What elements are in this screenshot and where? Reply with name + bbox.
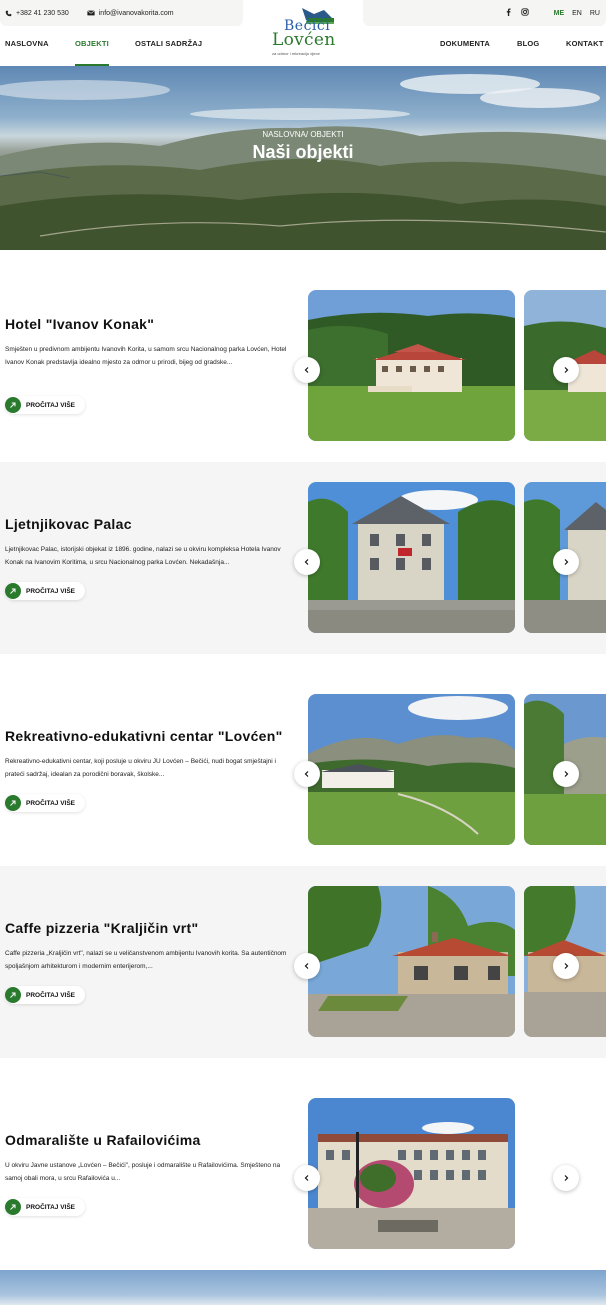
object-photo[interactable] bbox=[308, 694, 515, 845]
arrow-up-right-icon bbox=[5, 795, 21, 811]
facebook-icon[interactable] bbox=[504, 8, 513, 18]
read-more-button[interactable]: PROČITAJ VIŠE bbox=[5, 582, 85, 600]
main-nav: NASLOVNA OBJEKTI OSTALI SADRŽAJ DOKUMENT… bbox=[0, 28, 606, 66]
footer-banner-image bbox=[0, 1270, 606, 1305]
object-ljetnjikovac-palac: Ljetnjikovac Palac Ljetnjikovac Palac, i… bbox=[0, 462, 606, 654]
read-more-label: PROČITAJ VIŠE bbox=[26, 587, 76, 595]
chevron-right-icon bbox=[562, 1169, 570, 1187]
read-more-button[interactable]: PROČITAJ VIŠE bbox=[5, 794, 85, 812]
lang-en[interactable]: EN bbox=[572, 10, 582, 17]
chevron-left-icon bbox=[303, 957, 311, 975]
carousel-next-button[interactable] bbox=[553, 761, 579, 787]
object-rekreativno-edukativni-centar: Rekreativno-edukativni centar "Lovćen" R… bbox=[0, 674, 606, 866]
object-title: Rekreativno-edukativni centar "Lovćen" bbox=[5, 728, 283, 744]
object-title: Hotel "Ivanov Konak" bbox=[5, 316, 155, 332]
arrow-up-right-icon bbox=[5, 583, 21, 599]
read-more-label: PROČITAJ VIŠE bbox=[26, 401, 76, 409]
nav-dokumenta[interactable]: DOKUMENTA bbox=[440, 28, 490, 66]
lang-ru[interactable]: RU bbox=[590, 10, 600, 17]
object-odmaraliste-rafailovici: Odmaralište u Rafailovićima U okviru Jav… bbox=[0, 1078, 606, 1270]
nav-kontakt[interactable]: KONTAKT bbox=[566, 28, 604, 66]
hero-banner: NASLOVNA/ OBJEKTI Naši objekti bbox=[0, 66, 606, 250]
object-title: Odmaralište u Rafailovićima bbox=[5, 1132, 201, 1148]
chevron-left-icon bbox=[303, 553, 311, 571]
read-more-label: PROČITAJ VIŠE bbox=[26, 799, 76, 807]
object-photo[interactable] bbox=[308, 290, 515, 441]
lang-me[interactable]: ME bbox=[554, 10, 565, 17]
arrow-up-right-icon bbox=[5, 1199, 21, 1215]
page-title: Naši objekti bbox=[252, 142, 354, 162]
read-more-button[interactable]: PROČITAJ VIŠE bbox=[5, 1198, 85, 1216]
email-link[interactable]: info@ivanovakorita.com bbox=[86, 9, 174, 17]
contact-bar: +382 41 230 530 info@ivanovakorita.com bbox=[0, 0, 243, 26]
carousel-prev-button[interactable] bbox=[294, 761, 320, 787]
carousel-next-button[interactable] bbox=[553, 953, 579, 979]
carousel-next-button[interactable] bbox=[553, 357, 579, 383]
object-photo[interactable] bbox=[308, 482, 515, 633]
read-more-label: PROČITAJ VIŠE bbox=[26, 1203, 76, 1211]
object-description: Smješten u predivnom ambijentu Ivanovih … bbox=[5, 346, 287, 366]
read-more-button[interactable]: PROČITAJ VIŠE bbox=[5, 986, 85, 1004]
object-hotel-ivanov-konak: Hotel "Ivanov Konak" Smješten u predivno… bbox=[0, 270, 606, 462]
carousel-prev-button[interactable] bbox=[294, 357, 320, 383]
chevron-right-icon bbox=[562, 765, 570, 783]
phone-number: +382 41 230 530 bbox=[16, 9, 69, 17]
carousel-next-button[interactable] bbox=[553, 549, 579, 575]
object-title: Caffe pizzeria "Kraljičin vrt" bbox=[5, 920, 199, 936]
object-caffe-pizzeria-kraljicin-vrt: Caffe pizzeria "Kraljičin vrt" Caffe piz… bbox=[0, 866, 606, 1058]
nav-naslovna[interactable]: NASLOVNA bbox=[5, 28, 49, 66]
breadcrumb: NASLOVNA/ OBJEKTI bbox=[262, 130, 344, 139]
envelope-icon bbox=[86, 10, 95, 16]
read-more-label: PROČITAJ VIŠE bbox=[26, 991, 76, 999]
carousel-prev-button[interactable] bbox=[294, 953, 320, 979]
object-description: Ljetnjikovac Palac, istorijski objekat i… bbox=[5, 546, 281, 566]
email-address: info@ivanovakorita.com bbox=[98, 9, 174, 17]
nav-objekti[interactable]: OBJEKTI bbox=[75, 28, 109, 66]
object-description: Caffe pizzeria „Kraljičin vrt", nalazi s… bbox=[5, 950, 287, 970]
chevron-right-icon bbox=[562, 957, 570, 975]
chevron-left-icon bbox=[303, 361, 311, 379]
chevron-left-icon bbox=[303, 1169, 311, 1187]
object-description: U okviru Javne ustanove „Lovćen – Bečići… bbox=[5, 1162, 281, 1182]
carousel-prev-button[interactable] bbox=[294, 1165, 320, 1191]
object-description: Rekreativno-edukativni centar, koji posl… bbox=[5, 758, 276, 778]
chevron-left-icon bbox=[303, 765, 311, 783]
phone-link[interactable]: +382 41 230 530 bbox=[5, 10, 69, 17]
chevron-right-icon bbox=[562, 553, 570, 571]
carousel-prev-button[interactable] bbox=[294, 549, 320, 575]
nav-blog[interactable]: BLOG bbox=[517, 28, 539, 66]
instagram-icon[interactable] bbox=[521, 8, 530, 18]
arrow-up-right-icon bbox=[5, 987, 21, 1003]
chevron-right-icon bbox=[562, 361, 570, 379]
read-more-button[interactable]: PROČITAJ VIŠE bbox=[5, 396, 85, 414]
nav-ostali-sadrzaj[interactable]: OSTALI SADRŽAJ bbox=[135, 28, 202, 66]
object-photo[interactable] bbox=[308, 1098, 515, 1249]
phone-icon bbox=[5, 10, 12, 17]
object-photo[interactable] bbox=[308, 886, 515, 1037]
social-lang-bar: ME EN RU bbox=[363, 0, 606, 26]
arrow-up-right-icon bbox=[5, 397, 21, 413]
carousel-next-button[interactable] bbox=[553, 1165, 579, 1191]
object-title: Ljetnjikovac Palac bbox=[5, 516, 132, 532]
